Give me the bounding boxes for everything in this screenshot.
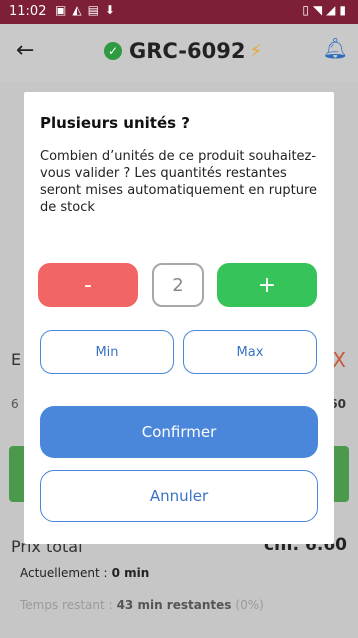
remove-x-icon[interactable]: X xyxy=(332,348,346,372)
cancel-button[interactable]: Annuler xyxy=(40,470,318,522)
vibrate-icon: ▯ xyxy=(302,3,313,17)
temps-restant-label: Temps restant : xyxy=(20,598,113,612)
bell-icon[interactable]: 🔔︎ xyxy=(323,36,348,60)
status-right-icons: ▯◥◢▮ xyxy=(302,3,350,17)
temps-restant-value: 43 min restantes xyxy=(116,598,232,612)
background-row-detail: 6 xyxy=(11,397,19,411)
actuellement-row: Actuellement :0 min xyxy=(20,566,149,580)
sim-icon: ▤ xyxy=(87,3,105,17)
check-circle-icon: ✓ xyxy=(104,42,122,60)
page-title: GRC-6092 xyxy=(129,39,246,63)
actuellement-label: Actuellement : xyxy=(20,566,108,580)
status-time: 11:02 xyxy=(9,4,47,19)
signal-icon: ◢ xyxy=(326,3,340,17)
notification-icon: ◭ xyxy=(72,3,88,17)
background-row-label: E xyxy=(11,350,22,369)
page-title-group: ✓ GRC-6092 ⚡ xyxy=(104,39,262,63)
battery-icon: ▮ xyxy=(339,3,350,17)
lightning-icon: ⚡ xyxy=(249,40,263,62)
decrement-button[interactable]: - xyxy=(38,263,138,307)
confirm-button[interactable]: Confirmer xyxy=(40,406,318,458)
quantity-field[interactable]: 2 xyxy=(152,263,204,307)
status-left-icons: ▣◭▤⬇ xyxy=(55,3,121,17)
temps-restant-row: Temps restant :43 min restantes (0%) xyxy=(20,598,264,612)
actuellement-value: 0 min xyxy=(111,566,150,580)
back-arrow-icon[interactable]: ← xyxy=(16,38,34,63)
min-button[interactable]: Min xyxy=(40,330,174,374)
quantity-dialog: Plusieurs unités ? Combien d’unités de c… xyxy=(24,92,334,544)
status-bar: 11:02 ▣◭▤⬇ ▯◥◢▮ xyxy=(0,0,358,24)
max-button[interactable]: Max xyxy=(183,330,317,374)
app-bar: ← ✓ GRC-6092 ⚡ 🔔︎ xyxy=(0,24,358,82)
download-icon: ⬇ xyxy=(104,3,121,17)
image-icon: ▣ xyxy=(55,3,73,17)
wifi-icon: ◥ xyxy=(312,3,327,17)
dialog-message: Combien d’unités de ce produit souhaitez… xyxy=(40,149,318,215)
temps-restant-percent: (0%) xyxy=(235,598,264,612)
dialog-title: Plusieurs unités ? xyxy=(40,114,190,132)
increment-button[interactable]: + xyxy=(217,263,317,307)
